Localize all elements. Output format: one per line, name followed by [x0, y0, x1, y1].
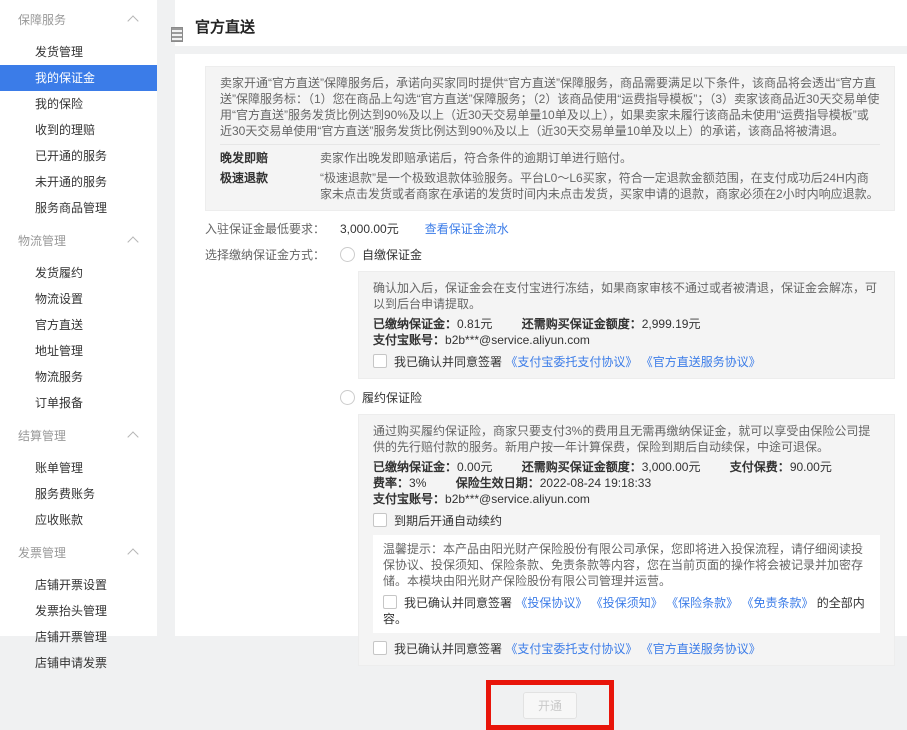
- divider: [220, 144, 880, 145]
- deposit-minimum-label: 入驻保证金最低要求：: [205, 221, 340, 237]
- direct-delivery-agreement-link[interactable]: 《官方直送服务协议》: [641, 642, 761, 656]
- pay-agree-checkbox[interactable]: [373, 641, 387, 655]
- sidebar-item-shop-invoicing-management[interactable]: 店铺开票管理: [0, 624, 157, 650]
- chevron-up-icon[interactable]: [127, 548, 138, 559]
- broken-image-icon: [171, 27, 183, 42]
- alipay-entrust-agreement-link[interactable]: 《支付宝委托支付协议》: [505, 642, 637, 656]
- sidebar-item-official-direct-delivery[interactable]: 官方直送: [0, 312, 157, 338]
- sidebar-section-settlement[interactable]: 结算管理: [0, 416, 157, 455]
- red-highlight-annotation: 开通: [486, 680, 614, 730]
- agree-prefix: 我已确认并同意签署: [404, 596, 512, 610]
- sidebar-item-unopened-services[interactable]: 未开通的服务: [0, 169, 157, 195]
- fast-refund-text: “极速退款”是一个极致退款体验服务。平台L0～L6买家，符合一定退款金额范围，在…: [320, 170, 880, 202]
- page-title: 官方直送: [175, 0, 907, 37]
- deposit-minimum-row: 入驻保证金最低要求： 3,000.00元 查看保证金流水: [205, 221, 895, 237]
- paid-deposit-field: 已缴纳保证金：0.81元: [373, 316, 492, 332]
- self-pay-agree-checkbox[interactable]: [373, 354, 387, 368]
- main-content: 卖家开通“官方直送”保障服务后，承诺向买家同时提供“官方直送”保障服务，商品需要…: [175, 54, 907, 636]
- sidebar-item-invoice-title-management[interactable]: 发票抬头管理: [0, 598, 157, 624]
- policy-terms-link[interactable]: 《保险条款》: [666, 596, 738, 610]
- alipay-entrust-agreement-link[interactable]: 《支付宝委托支付协议》: [505, 355, 637, 369]
- sidebar-item-service-fee-accounts[interactable]: 服务费账务: [0, 481, 157, 507]
- sidebar-item-shop-apply-invoice[interactable]: 店铺申请发票: [0, 650, 157, 676]
- payment-method-options: 自缴保证金 确认加入后，保证金会在支付宝进行冻结，如果商家审核不通过或者被清退，…: [340, 247, 895, 666]
- sidebar-item-receivables[interactable]: 应收账款: [0, 507, 157, 533]
- self-pay-fields: 已缴纳保证金：0.81元 还需购买保证金额度：2,999.19元 支付宝账号：b…: [373, 316, 880, 348]
- footer: 开通: [205, 680, 895, 730]
- insurance-agree-line: 我已确认并同意签署 《投保协议》 《投保须知》 《保险条款》 《免责条款》 的全…: [383, 595, 870, 627]
- self-pay-detail-box: 确认加入后，保证金会在支付宝进行冻结，如果商家审核不通过或者被清退，保证金会解冻…: [358, 271, 895, 379]
- sidebar-item-logistics-settings[interactable]: 物流设置: [0, 286, 157, 312]
- section-label: 发票管理: [18, 544, 66, 561]
- premium-field: 支付保费：90.00元: [730, 459, 832, 475]
- insurance-desc: 通过购买履约保证险，商家只要支付3%的费用且无需再缴纳保证金，就可以享受由保险公…: [373, 423, 880, 455]
- sidebar-item-shipping-management[interactable]: 发货管理: [0, 39, 157, 65]
- sidebar-section-guarantee-services[interactable]: 保障服务: [0, 0, 157, 39]
- sidebar-item-opened-services[interactable]: 已开通的服务: [0, 143, 157, 169]
- self-pay-radio[interactable]: [340, 247, 355, 262]
- open-service-button[interactable]: 开通: [523, 692, 577, 719]
- insurer-notice-box: 温馨提示：本产品由阳光财产保险股份有限公司承保，您即将进入投保流程，请仔细阅读投…: [373, 535, 880, 633]
- sidebar-item-address-management[interactable]: 地址管理: [0, 338, 157, 364]
- sidebar-section-invoice[interactable]: 发票管理: [0, 533, 157, 572]
- chevron-up-icon[interactable]: [127, 431, 138, 442]
- deposit-minimum-value: 3,000.00元: [340, 221, 399, 237]
- late-ship-compensation-row: 晚发即赔 卖家作出晚发即赔承诺后，符合条件的逾期订单进行赔付。: [220, 150, 880, 166]
- sidebar-item-my-deposit[interactable]: 我的保证金: [0, 65, 157, 91]
- self-pay-tip: 确认加入后，保证金会在支付宝进行冻结，如果商家审核不通过或者被清退，保证金会解冻…: [373, 280, 880, 312]
- sidebar-item-service-product-management[interactable]: 服务商品管理: [0, 195, 157, 221]
- auto-renew-line: 到期后开通自动续约: [373, 513, 880, 529]
- sidebar-item-logistics-services[interactable]: 物流服务: [0, 364, 157, 390]
- insurance-fields: 已缴纳保证金：0.00元 还需购买保证金额度：3,000.00元 支付保费：90…: [373, 459, 880, 507]
- late-ship-text: 卖家作出晚发即赔承诺后，符合条件的逾期订单进行赔付。: [320, 150, 880, 166]
- exemption-terms-link[interactable]: 《免责条款》: [741, 596, 813, 610]
- fast-refund-row: 极速退款 “极速退款”是一个极致退款体验服务。平台L0～L6买家，符合一定退款金…: [220, 170, 880, 202]
- insurance-radio-label[interactable]: 履约保证险: [362, 391, 422, 405]
- sidebar-section-logistics[interactable]: 物流管理: [0, 221, 157, 260]
- late-ship-label: 晚发即赔: [220, 150, 320, 166]
- service-notice-paragraph: 卖家开通“官方直送”保障服务后，承诺向买家同时提供“官方直送”保障服务，商品需要…: [220, 75, 880, 139]
- alipay-account-field: 支付宝账号：b2b***@service.aliyun.com: [373, 491, 590, 507]
- insurance-agree-checkbox[interactable]: [383, 595, 397, 609]
- self-pay-agree-line: 我已确认并同意签署 《支付宝委托支付协议》 《官方直送服务协议》: [373, 354, 880, 370]
- remaining-deposit-field: 还需购买保证金额度：3,000.00元: [522, 459, 701, 475]
- fast-refund-label: 极速退款: [220, 170, 320, 202]
- payment-method-row: 选择缴纳保证金方式： 自缴保证金 确认加入后，保证金会在支付宝进行冻结，如果商家…: [205, 247, 895, 666]
- self-pay-radio-label[interactable]: 自缴保证金: [362, 248, 422, 262]
- section-label: 保障服务: [18, 11, 66, 28]
- agree-prefix: 我已确认并同意签署: [394, 355, 502, 369]
- sidebar-item-claims-received[interactable]: 收到的理赔: [0, 117, 157, 143]
- sidebar-item-shipping-fulfillment[interactable]: 发货履约: [0, 260, 157, 286]
- rate-field: 费率：3%: [373, 475, 426, 491]
- effective-date-field: 保险生效日期：2022-08-24 19:18:33: [456, 475, 651, 491]
- section-label: 结算管理: [18, 427, 66, 444]
- section-label: 物流管理: [18, 232, 66, 249]
- self-pay-option[interactable]: 自缴保证金: [340, 247, 895, 263]
- auto-renew-label[interactable]: 到期后开通自动续约: [394, 514, 502, 528]
- title-bar: 官方直送: [175, 0, 907, 46]
- insurance-pay-agree-line: 我已确认并同意签署 《支付宝委托支付协议》 《官方直送服务协议》: [373, 641, 880, 657]
- insurance-radio[interactable]: [340, 390, 355, 405]
- sidebar-item-bill-management[interactable]: 账单管理: [0, 455, 157, 481]
- sidebar-item-my-insurance[interactable]: 我的保险: [0, 91, 157, 117]
- payment-method-label: 选择缴纳保证金方式：: [205, 247, 340, 666]
- view-deposit-flow-link[interactable]: 查看保证金流水: [425, 221, 509, 237]
- auto-renew-checkbox[interactable]: [373, 513, 387, 527]
- sidebar: 保障服务 发货管理 我的保证金 我的保险 收到的理赔 已开通的服务 未开通的服务…: [0, 0, 157, 636]
- insure-notes-link[interactable]: 《投保须知》: [591, 596, 663, 610]
- alipay-account-field: 支付宝账号：b2b***@service.aliyun.com: [373, 332, 590, 348]
- remaining-deposit-field: 还需购买保证金额度：2,999.19元: [522, 316, 701, 332]
- sidebar-item-shop-invoice-settings[interactable]: 店铺开票设置: [0, 572, 157, 598]
- insurance-option[interactable]: 履约保证险: [340, 390, 895, 406]
- paid-deposit-field: 已缴纳保证金：0.00元: [373, 459, 492, 475]
- agree-prefix: 我已确认并同意签署: [394, 642, 502, 656]
- insurance-detail-box: 通过购买履约保证险，商家只要支付3%的费用且无需再缴纳保证金，就可以享受由保险公…: [358, 414, 895, 666]
- chevron-up-icon[interactable]: [127, 15, 138, 26]
- insurer-notice-text: 温馨提示：本产品由阳光财产保险股份有限公司承保，您即将进入投保流程，请仔细阅读投…: [383, 541, 870, 589]
- chevron-up-icon[interactable]: [127, 236, 138, 247]
- direct-delivery-agreement-link[interactable]: 《官方直送服务协议》: [641, 355, 761, 369]
- service-notice-box: 卖家开通“官方直送”保障服务后，承诺向买家同时提供“官方直送”保障服务，商品需要…: [205, 66, 895, 211]
- sidebar-item-order-filing[interactable]: 订单报备: [0, 390, 157, 416]
- insure-agreement-link[interactable]: 《投保协议》: [515, 596, 587, 610]
